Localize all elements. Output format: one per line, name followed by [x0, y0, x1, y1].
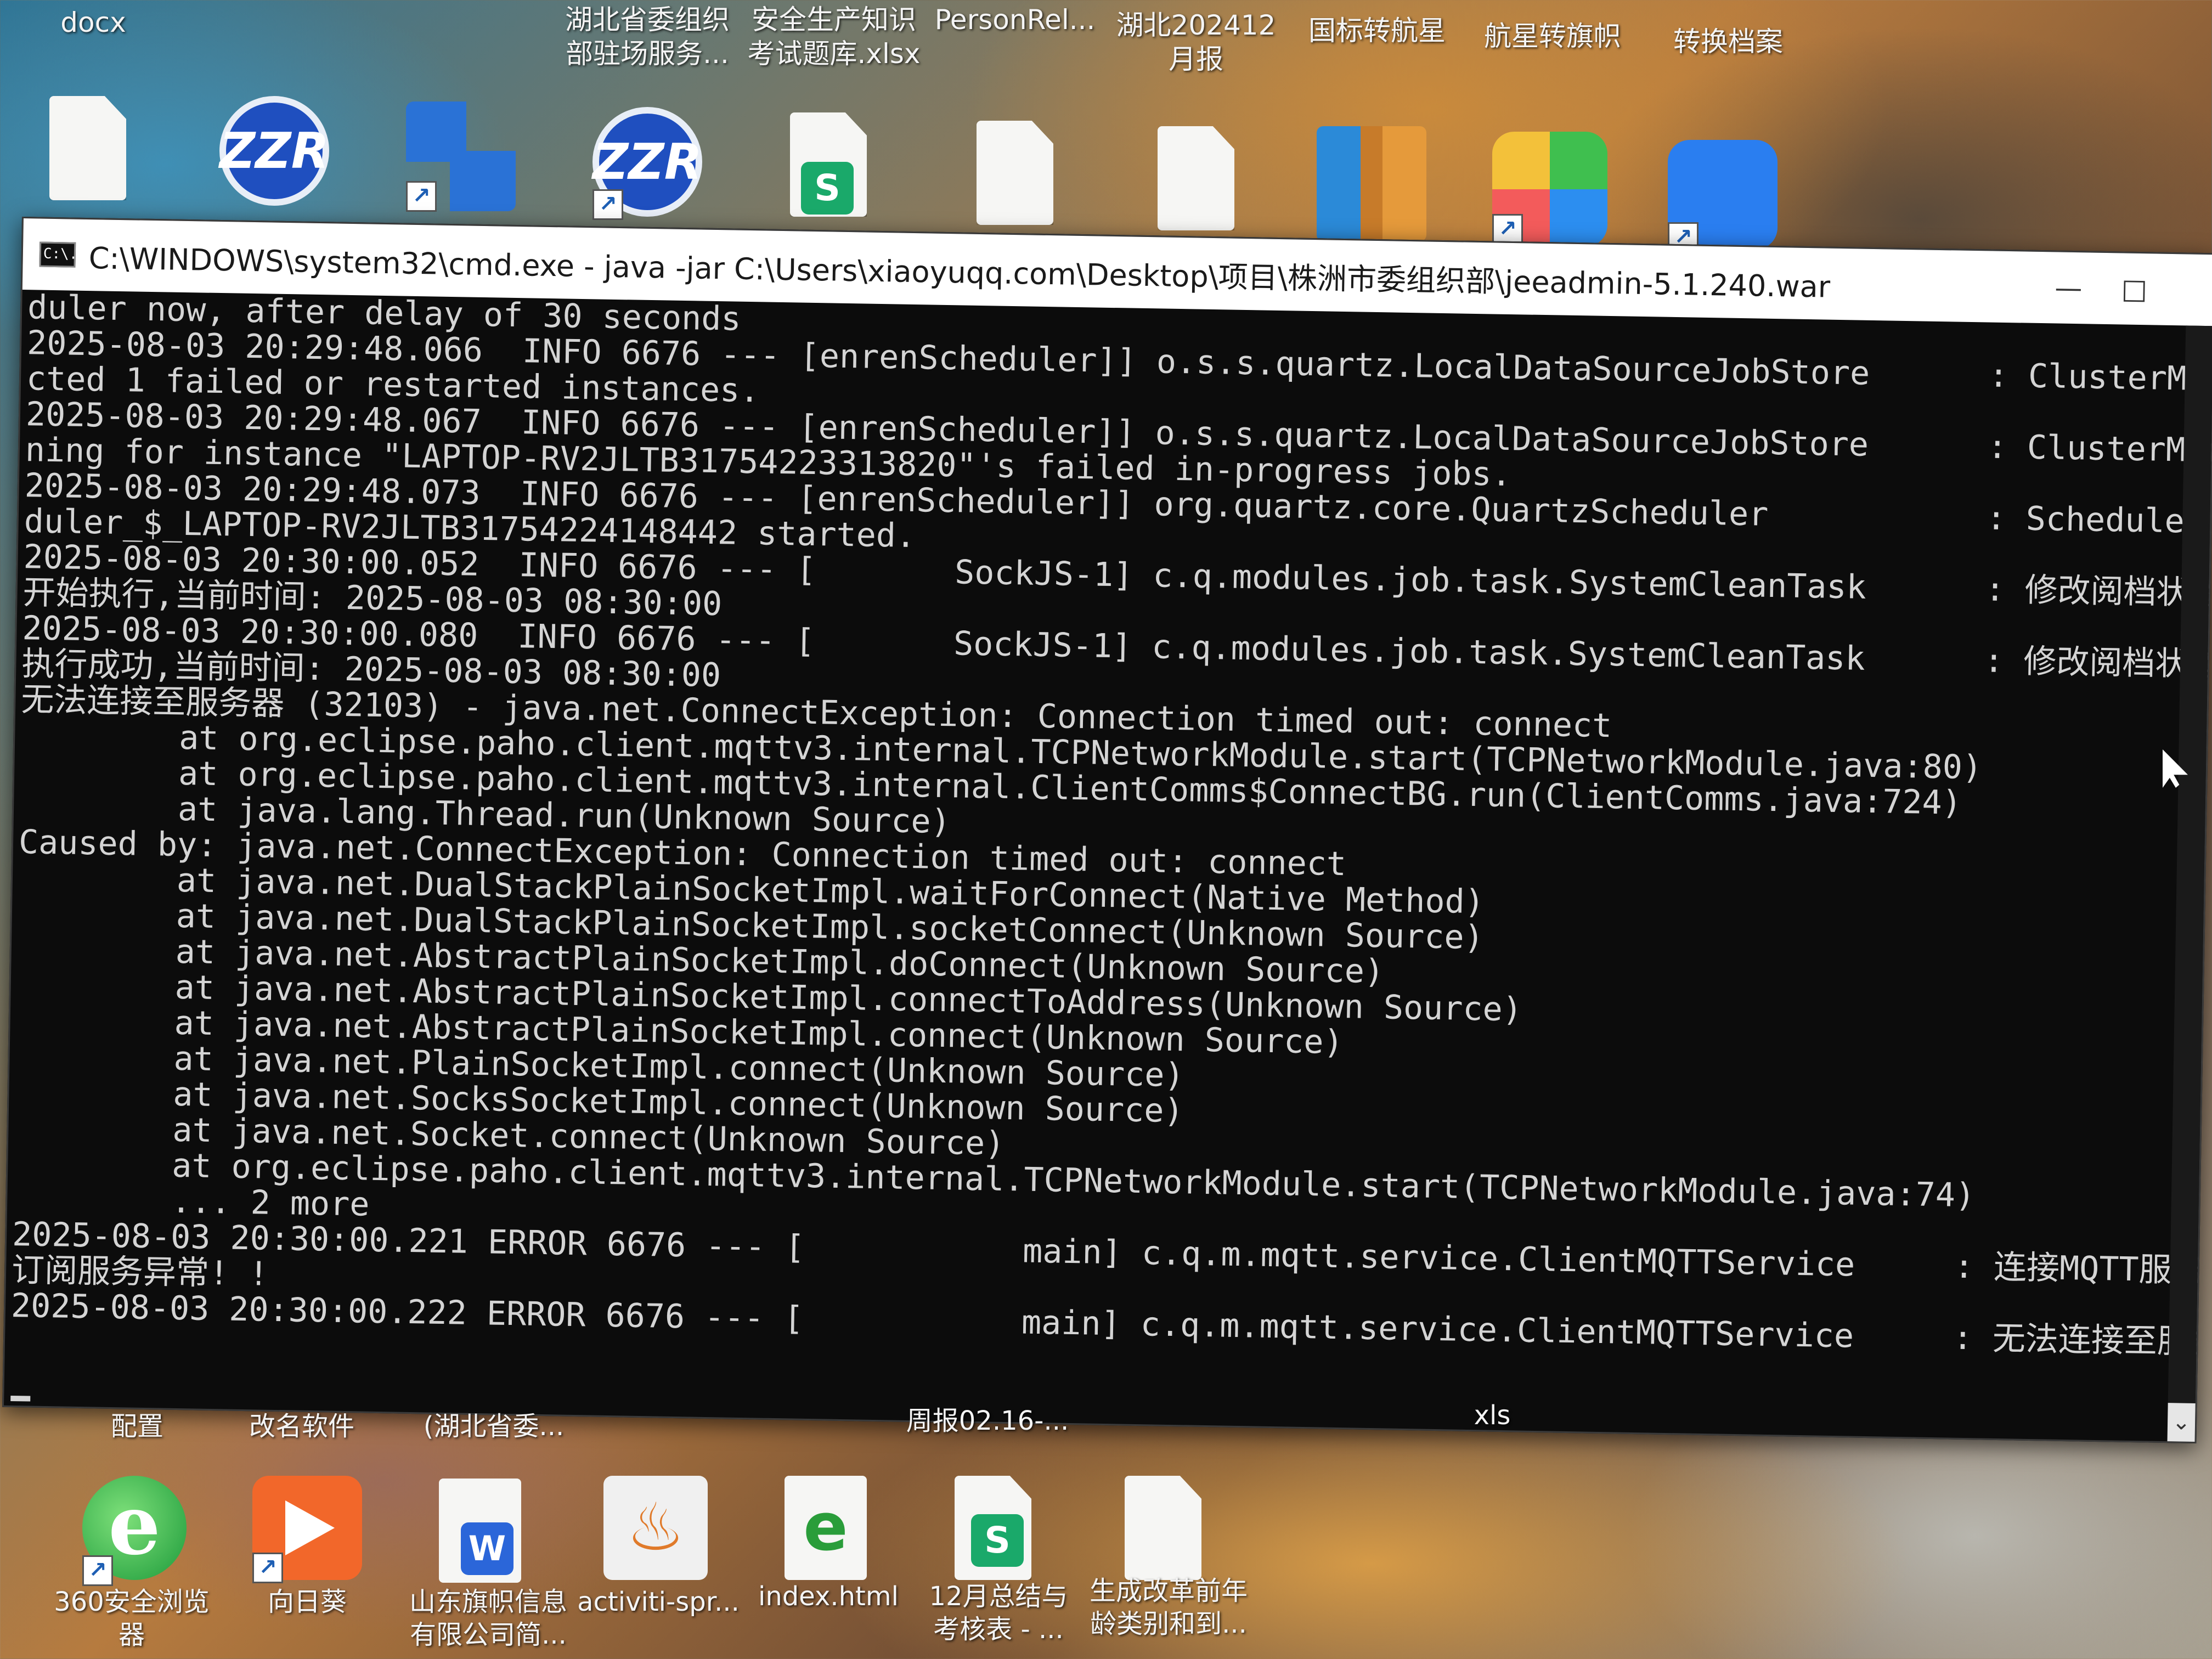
document-icon-2[interactable]: [977, 121, 1053, 225]
document-icon-4[interactable]: [1125, 1476, 1201, 1580]
word-document-icon[interactable]: W: [439, 1479, 521, 1583]
desktop-label-convert-archive[interactable]: 转换档案: [1646, 25, 1810, 59]
sheet-badge-icon: S: [971, 1514, 1024, 1567]
desktop-label-hangxing[interactable]: 航星转旗帜: [1470, 19, 1635, 53]
document-icon-3[interactable]: [1158, 126, 1234, 230]
desktop-label-safety-quiz[interactable]: 安全生产知识 考试题库.xlsx: [741, 3, 927, 71]
java-file-icon[interactable]: ♨: [603, 1476, 708, 1580]
spreadsheet-icon[interactable]: S: [790, 112, 867, 217]
desktop-label-sunflower[interactable]: 向日葵: [241, 1585, 373, 1618]
summary-sheet-icon[interactable]: S: [955, 1476, 1031, 1580]
desktop-label-hubei-service[interactable]: 湖北省委组织 部驻场服务...: [554, 3, 741, 71]
desktop-label-hubei-report[interactable]: 湖北202412 月报: [1114, 8, 1278, 76]
shortcut-arrow-icon: ↗: [252, 1553, 283, 1583]
desktop-label-december-summary[interactable]: 12月总结与 考核表 - ...: [916, 1580, 1081, 1646]
desktop-label-docx[interactable]: docx: [33, 5, 154, 40]
maximize-button[interactable]: □: [2109, 269, 2159, 308]
document-icon[interactable]: [49, 96, 126, 200]
browser-360-icon[interactable]: e ↗: [82, 1476, 187, 1586]
desktop-label-rename-tool[interactable]: 改名软件: [230, 1410, 373, 1443]
desktop-label-index-html[interactable]: index.html: [746, 1580, 911, 1613]
desktop-label-hubei-file[interactable]: (湖北省委...: [395, 1410, 592, 1443]
desktop-label-personrel[interactable]: PersonRel...: [927, 3, 1103, 37]
desktop-label-weekly-report[interactable]: 周报02.16-...: [900, 1404, 1075, 1437]
blue-app-icon[interactable]: ↗: [406, 101, 516, 212]
text-cursor: [10, 1395, 31, 1402]
sunflower-remote-icon[interactable]: ↗: [252, 1476, 362, 1583]
shortcut-arrow-icon: ↗: [82, 1555, 113, 1586]
zzr-logo: ZZR: [219, 96, 329, 206]
desktop-label-activiti[interactable]: activiti-spr...: [571, 1585, 746, 1618]
cmd-window[interactable]: C:\. C:\WINDOWS\system32\cmd.exe - java …: [2, 217, 2212, 1444]
desktop-label-config[interactable]: 配置: [82, 1410, 192, 1443]
minimize-button[interactable]: —: [2044, 268, 2094, 307]
shortcut-arrow-icon: ↗: [1492, 214, 1523, 245]
desktop-label-shandong-flag[interactable]: 山东旗帜信息 有限公司简...: [395, 1585, 582, 1651]
zzr-app-icon-2[interactable]: ZZR ↗: [592, 107, 702, 220]
cmd-icon: C:\.: [39, 241, 78, 268]
colorful-app-icon[interactable]: ↗: [1492, 132, 1607, 247]
scroll-down-icon[interactable]: ⌄: [2167, 1403, 2196, 1442]
shortcut-arrow-icon: ↗: [406, 181, 437, 212]
word-badge-icon: W: [461, 1522, 514, 1575]
zzr-app-icon[interactable]: ZZR: [219, 96, 329, 206]
desktop-label-xls[interactable]: xls: [1448, 1399, 1536, 1432]
desktop-label-guobiao[interactable]: 国标转航星: [1295, 14, 1459, 48]
shortcut-arrow-icon: ↗: [592, 189, 623, 220]
archive-zip-icon[interactable]: [1317, 126, 1426, 241]
desktop-label-360-browser[interactable]: 360安全浏览 器: [49, 1585, 214, 1651]
console-output[interactable]: duler now, after delay of 30 seconds 202…: [4, 290, 2212, 1442]
desktop-label-reform-age[interactable]: 生成改革前年 龄类别和到...: [1075, 1575, 1262, 1640]
sheet-badge-icon: S: [801, 162, 854, 215]
feather-app-icon[interactable]: ↗: [1668, 140, 1778, 253]
html-file-icon[interactable]: e: [785, 1476, 867, 1580]
